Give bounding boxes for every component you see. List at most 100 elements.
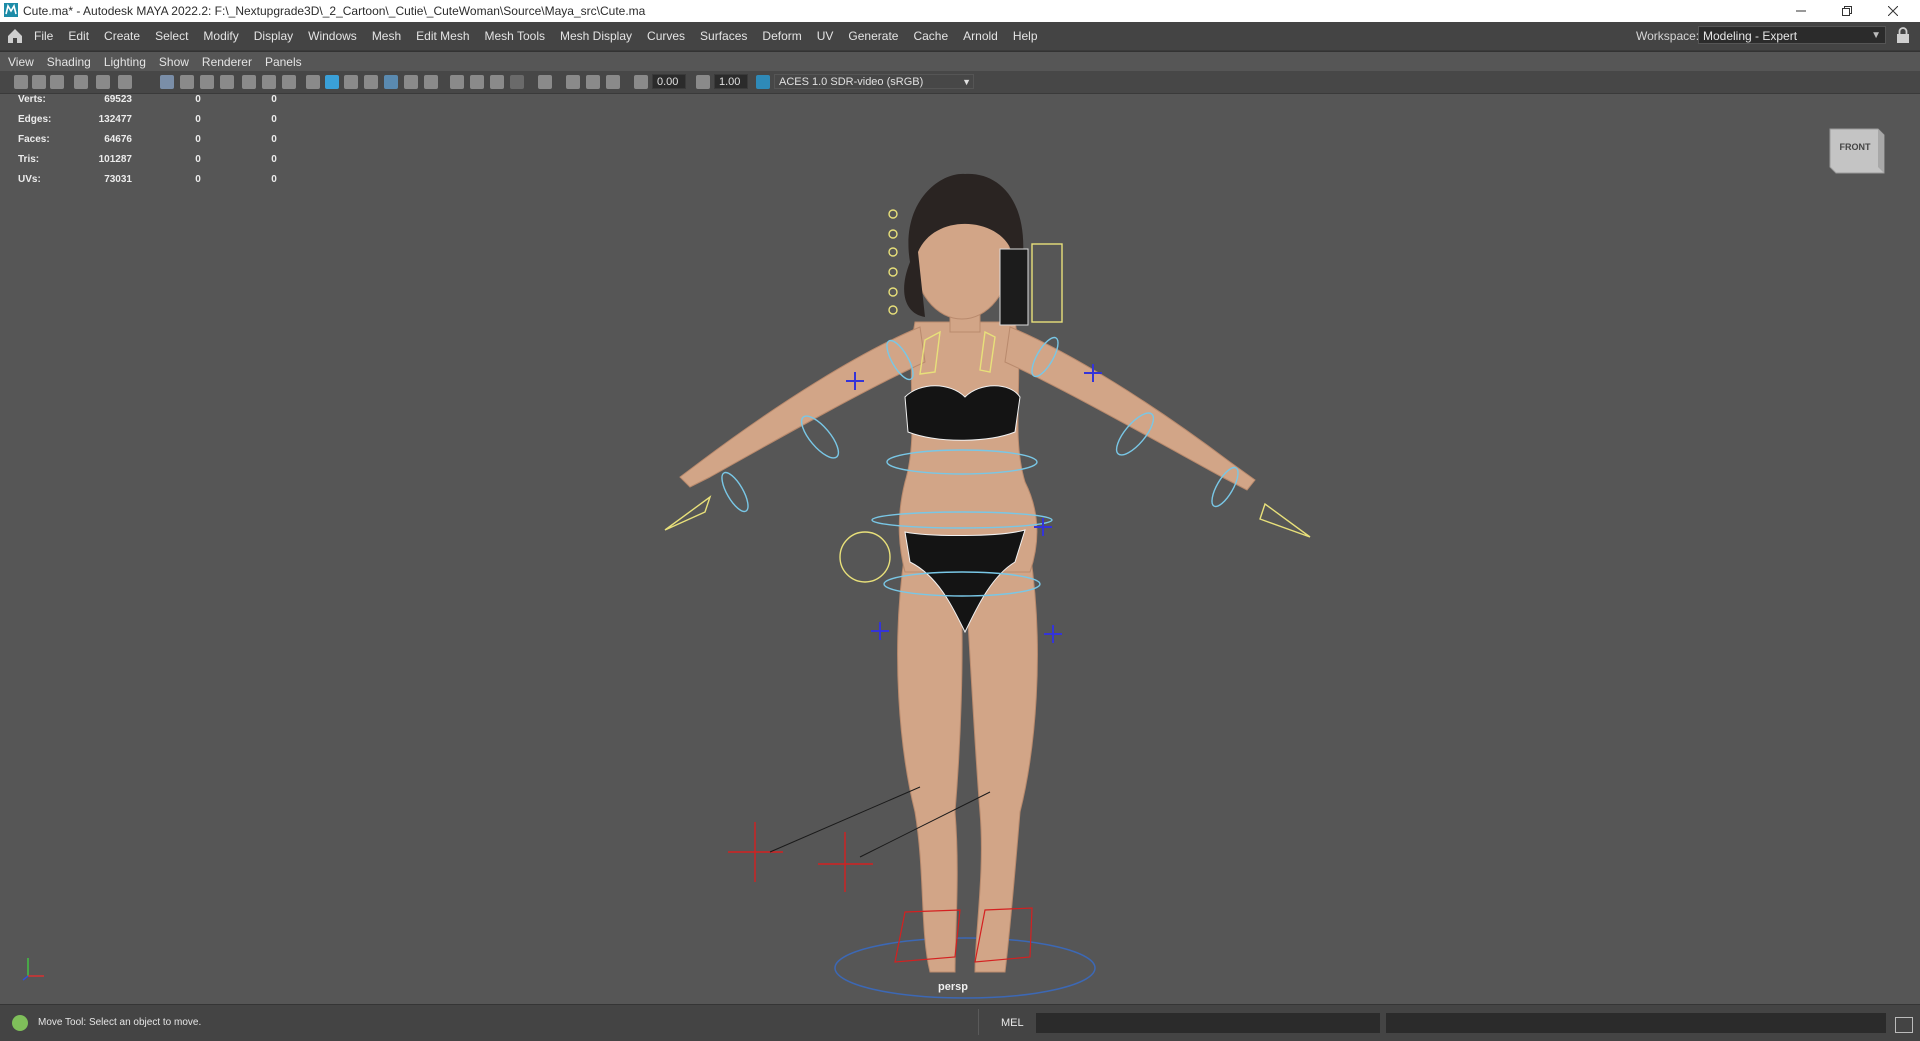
- hud-label: Verts:: [18, 94, 46, 105]
- field-chart-icon[interactable]: [242, 75, 256, 89]
- restore-icon: [1842, 6, 1852, 16]
- menu-deform[interactable]: Deform: [762, 29, 801, 43]
- colorspace-dropdown[interactable]: ACES 1.0 SDR-video (sRGB) ▼: [774, 74, 974, 89]
- scene-canvas[interactable]: [0, 52, 1920, 1005]
- workspace-label: Workspace:: [1636, 29, 1700, 43]
- menu-mesh[interactable]: Mesh: [372, 29, 401, 43]
- exposure-icon[interactable]: [634, 75, 648, 89]
- motion-blur-icon[interactable]: [470, 75, 484, 89]
- command-line-input[interactable]: [1036, 1013, 1380, 1033]
- script-language-toggle[interactable]: MEL: [1001, 1017, 1024, 1029]
- hud-value: 0: [195, 94, 201, 105]
- menu-help[interactable]: Help: [1013, 29, 1038, 43]
- hud-value: 0: [195, 154, 201, 165]
- film-gate-icon[interactable]: [180, 75, 194, 89]
- menu-select[interactable]: Select: [155, 29, 188, 43]
- hud-value: 0: [271, 174, 277, 185]
- workspace-value: Modeling - Expert: [1703, 29, 1798, 43]
- safe-action-icon[interactable]: [262, 75, 276, 89]
- lock-icon[interactable]: [1896, 27, 1910, 43]
- menu-file[interactable]: File: [34, 29, 53, 43]
- red-locators[interactable]: [728, 822, 873, 892]
- 2d-pan-zoom-icon[interactable]: [118, 75, 132, 89]
- menu-generate[interactable]: Generate: [848, 29, 898, 43]
- menu-modify[interactable]: Modify: [203, 29, 238, 43]
- close-button[interactable]: [1870, 0, 1916, 22]
- xray-icon[interactable]: [566, 75, 580, 89]
- menu-cache[interactable]: Cache: [913, 29, 948, 43]
- view-cube[interactable]: FRONT: [1828, 125, 1888, 175]
- help-line-message: Move Tool: Select an object to move.: [38, 1017, 202, 1028]
- minimize-button[interactable]: [1778, 0, 1824, 22]
- command-result-field: [1386, 1013, 1886, 1033]
- gamma-field[interactable]: 1.00: [714, 74, 748, 89]
- safe-title-icon[interactable]: [282, 75, 296, 89]
- xray-joints-icon[interactable]: [606, 75, 620, 89]
- hud-value: 0: [195, 174, 201, 185]
- menu-create[interactable]: Create: [104, 29, 140, 43]
- menu-mesh-tools[interactable]: Mesh Tools: [485, 29, 545, 43]
- grid-icon[interactable]: [160, 75, 174, 89]
- menu-mesh-display[interactable]: Mesh Display: [560, 29, 632, 43]
- gate-mask-icon[interactable]: [220, 75, 234, 89]
- window-title: Cute.ma* - Autodesk MAYA 2022.2: F:\_Nex…: [23, 4, 646, 18]
- title-bar: Cute.ma* - Autodesk MAYA 2022.2: F:\_Nex…: [0, 0, 1920, 23]
- colorspace-value: ACES 1.0 SDR-video (sRGB): [779, 76, 924, 88]
- restore-button[interactable]: [1824, 0, 1870, 22]
- image-plane-icon[interactable]: [74, 75, 88, 89]
- textured-icon[interactable]: [384, 75, 398, 89]
- anti-aliasing-icon[interactable]: [490, 75, 504, 89]
- depth-of-field-icon[interactable]: [510, 75, 524, 89]
- hud-label: Edges:: [18, 114, 52, 125]
- hud-value: 69523: [104, 94, 132, 105]
- exposure-field[interactable]: 0.00: [652, 74, 686, 89]
- wireframe-on-shaded-icon[interactable]: [364, 75, 378, 89]
- hud-value: 0: [195, 114, 201, 125]
- gamma-icon[interactable]: [696, 75, 710, 89]
- hud-value: 101287: [98, 154, 132, 165]
- camera-attributes-icon[interactable]: [32, 75, 46, 89]
- workspace-dropdown[interactable]: Modeling - Expert ▼: [1698, 26, 1886, 44]
- vp-menu-lighting[interactable]: Lighting: [104, 55, 146, 69]
- hud-value: 0: [271, 154, 277, 165]
- vp-menu-panels[interactable]: Panels: [265, 55, 302, 69]
- home-icon[interactable]: [6, 27, 24, 45]
- menu-edit-mesh[interactable]: Edit Mesh: [416, 29, 469, 43]
- xray-active-icon[interactable]: [586, 75, 600, 89]
- minimize-icon: [1796, 10, 1806, 12]
- menu-display[interactable]: Display: [254, 29, 293, 43]
- ambient-occlusion-icon[interactable]: [450, 75, 464, 89]
- camera-select-icon[interactable]: [14, 75, 28, 89]
- viewport-panel[interactable]: View Shading Lighting Show Renderer Pane…: [0, 51, 1920, 1005]
- use-default-material-icon[interactable]: [344, 75, 358, 89]
- grease-pencil-icon[interactable]: [96, 75, 110, 89]
- vp-menu-view[interactable]: View: [8, 55, 34, 69]
- bookmark-icon[interactable]: [50, 75, 64, 89]
- script-editor-icon[interactable]: [1895, 1017, 1913, 1033]
- help-icon: [12, 1015, 28, 1031]
- menu-windows[interactable]: Windows: [308, 29, 357, 43]
- hud-value: 0: [271, 134, 277, 145]
- foot-controls[interactable]: [894, 907, 1033, 963]
- menu-uv[interactable]: UV: [817, 29, 834, 43]
- vp-menu-shading[interactable]: Shading: [47, 55, 91, 69]
- vp-menu-show[interactable]: Show: [159, 55, 189, 69]
- isolate-select-icon[interactable]: [538, 75, 552, 89]
- menu-curves[interactable]: Curves: [647, 29, 685, 43]
- shadows-icon[interactable]: [424, 75, 438, 89]
- menu-list: File Edit Create Select Modify Display W…: [34, 29, 1053, 43]
- close-icon: [1888, 6, 1898, 16]
- viewport-toolbar: 0.00 1.00 ACES 1.0 SDR-video (sRGB) ▼: [0, 71, 1920, 94]
- main-menu-bar: File Edit Create Select Modify Display W…: [0, 22, 1920, 51]
- menu-edit[interactable]: Edit: [68, 29, 89, 43]
- vp-menu-renderer[interactable]: Renderer: [202, 55, 252, 69]
- lights-icon[interactable]: [404, 75, 418, 89]
- face-control-panel[interactable]: [999, 248, 1029, 326]
- smooth-shade-icon[interactable]: [325, 75, 339, 89]
- menu-surfaces[interactable]: Surfaces: [700, 29, 747, 43]
- menu-arnold[interactable]: Arnold: [963, 29, 998, 43]
- color-management-icon[interactable]: [756, 75, 770, 89]
- divider: [978, 1009, 979, 1035]
- wireframe-icon[interactable]: [306, 75, 320, 89]
- resolution-gate-icon[interactable]: [200, 75, 214, 89]
